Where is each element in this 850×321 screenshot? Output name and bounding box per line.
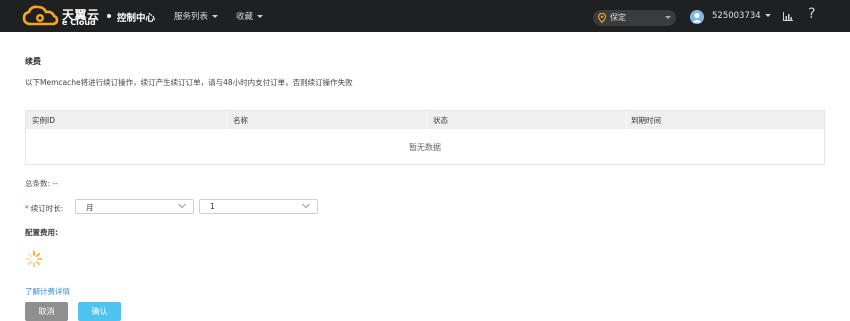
separator-dot	[107, 14, 111, 18]
duration-unit-select[interactable]: 月	[75, 199, 194, 214]
chevron-down-icon	[665, 16, 671, 19]
chevron-down-icon	[178, 203, 186, 209]
renewal-notice: 以下Memcache将进行续订操作，续订产生续订订单，请与48小时内支付订单，否…	[25, 78, 353, 87]
column-header-name: 名称	[233, 116, 248, 125]
column-header-expiry: 到期时间	[631, 116, 661, 125]
renewal-duration-label: * 续订时长:	[25, 203, 63, 214]
pricing-details-link[interactable]: 了解计费详情	[25, 286, 70, 297]
nav-service-list[interactable]: 服务列表	[174, 10, 219, 22]
table-header: 实例ID 名称 状态 到期时间	[26, 111, 824, 129]
chevron-down-icon	[212, 15, 219, 18]
column-divider	[626, 111, 627, 129]
duration-count-select[interactable]: 1	[199, 199, 318, 214]
user-menu[interactable]: 525003734	[712, 11, 771, 21]
chevron-down-icon	[257, 15, 264, 18]
region-selector[interactable]: 保定	[593, 10, 676, 26]
column-header-status: 状态	[433, 116, 448, 125]
top-navigation-bar: 天翼云 e Cloud 控制中心 服务列表 收藏 保定 525003734 ?	[0, 0, 850, 32]
avatar[interactable]	[690, 10, 704, 24]
chevron-down-icon	[764, 14, 771, 17]
column-divider	[426, 111, 427, 129]
renewal-duration-text: 续订时长:	[30, 204, 64, 213]
instance-table: 实例ID 名称 状态 到期时间 暂无数据	[25, 110, 825, 165]
duration-unit-value: 月	[86, 203, 94, 212]
user-avatar-icon	[690, 10, 704, 24]
ecloud-logo[interactable]: 天翼云 e Cloud	[22, 4, 112, 28]
column-header-instance-id: 实例ID	[32, 116, 55, 125]
region-label: 保定	[610, 13, 626, 22]
help-icon[interactable]: ?	[808, 6, 815, 22]
config-fee-label: 配置费用:	[25, 228, 58, 237]
confirm-button[interactable]: 确认	[78, 302, 121, 321]
nav-favorites[interactable]: 收藏	[236, 10, 264, 22]
location-pin-icon	[598, 13, 606, 23]
required-mark: *	[25, 204, 29, 213]
duration-count-value: 1	[210, 202, 215, 211]
page-title: 续费	[25, 57, 41, 66]
empty-state-text: 暂无数据	[409, 143, 441, 152]
chevron-down-icon	[302, 203, 310, 209]
total-count: 总条数: --	[25, 179, 58, 188]
nav-favorites-label: 收藏	[236, 12, 254, 22]
bar-chart-icon[interactable]	[783, 12, 793, 21]
cloud-logo-icon	[22, 5, 59, 26]
nav-service-list-label: 服务列表	[174, 12, 209, 22]
column-divider	[226, 111, 227, 129]
username-label: 525003734	[712, 11, 761, 21]
cancel-button[interactable]: 取消	[25, 302, 68, 321]
console-title[interactable]: 控制中心	[117, 10, 155, 24]
logo-text-en: e Cloud	[62, 18, 96, 27]
loading-spinner-icon	[25, 250, 43, 268]
